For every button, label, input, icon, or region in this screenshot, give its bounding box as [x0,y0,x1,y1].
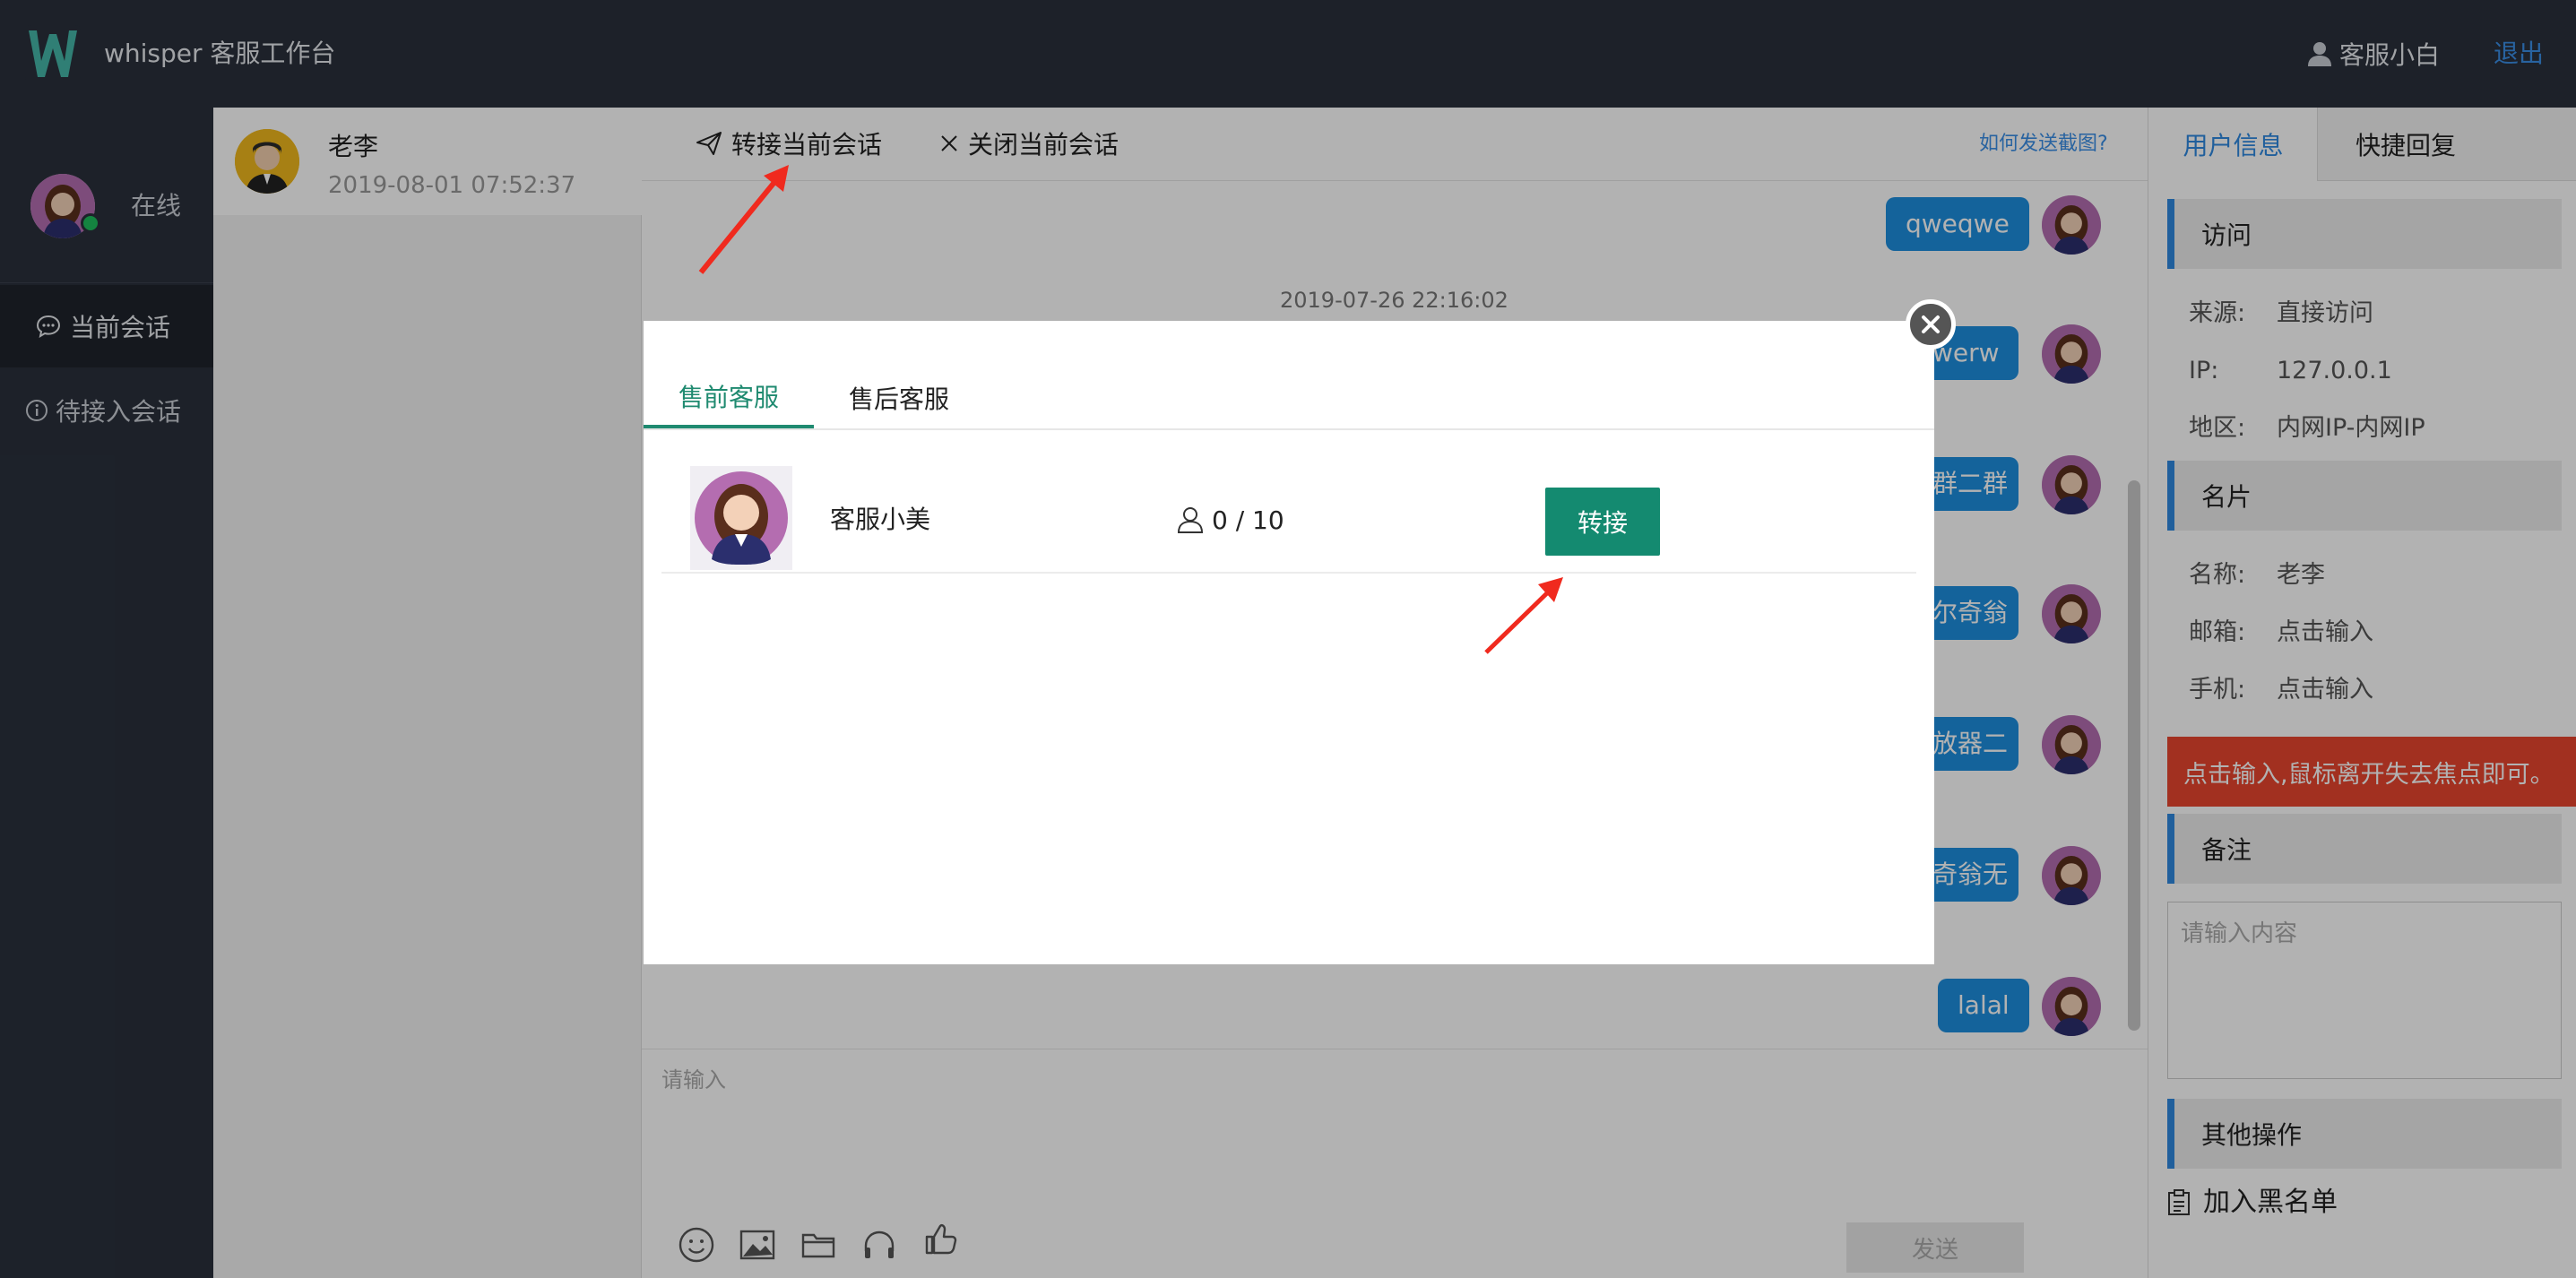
modal-close-button[interactable] [1906,299,1956,350]
agent-avatar [690,466,792,570]
agent-load-value: 0 / 10 [1212,505,1284,535]
transfer-button[interactable]: 转接 [1545,488,1660,556]
user-outline-icon [1177,507,1204,533]
modal-tab-divider [644,428,1934,430]
tab-aftersales[interactable]: 售后客服 [832,367,966,428]
row-divider [661,572,1916,574]
close-icon [1922,315,1940,333]
agent-row-name: 客服小美 [830,505,931,534]
tab-presales[interactable]: 售前客服 [644,367,814,428]
agent-row-load: 0 / 10 [1176,502,1284,538]
